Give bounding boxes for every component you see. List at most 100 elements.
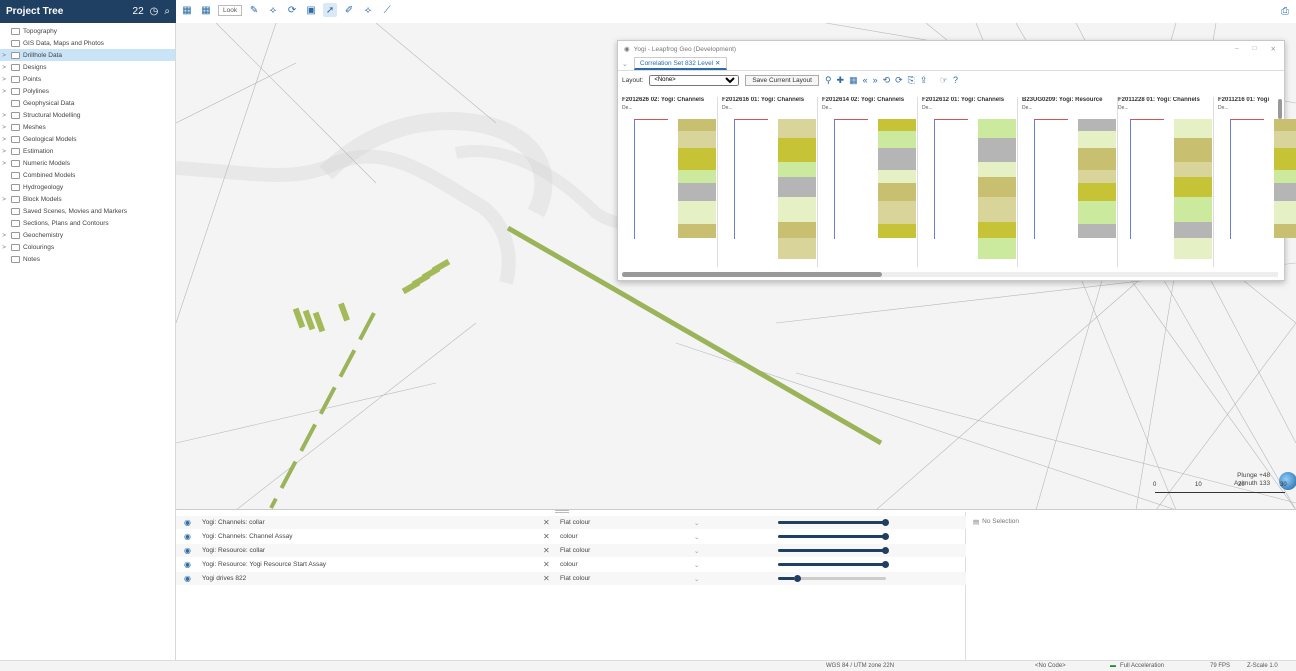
- tree-item[interactable]: > Meshes: [0, 121, 175, 133]
- slider-knob[interactable]: [882, 561, 889, 568]
- opacity-slider[interactable]: [778, 533, 889, 540]
- drillhole-secondary[interactable]: [269, 312, 376, 509]
- correlation-column[interactable]: F2012612 01: Yogi: Channels De...: [922, 97, 1018, 267]
- remove-icon[interactable]: ✕: [543, 518, 550, 527]
- style-select[interactable]: Flat colour: [560, 519, 590, 526]
- save-layout-button[interactable]: Save Current Layout: [745, 74, 819, 86]
- minimize-icon[interactable]: –: [1235, 45, 1239, 53]
- tree-item[interactable]: > Polylines: [0, 85, 175, 97]
- chevron-right-icon[interactable]: >: [0, 112, 8, 119]
- tree-item[interactable]: Hydrogeology: [0, 181, 175, 193]
- tree-item[interactable]: Saved Scenes, Movies and Markers: [0, 205, 175, 217]
- eye-icon[interactable]: ◉: [184, 518, 191, 527]
- correlation-column[interactable]: F2012616 01: Yogi: Channels De...: [722, 97, 818, 267]
- correlation-column[interactable]: F2011216 01: Yogi De...: [1218, 97, 1296, 267]
- chevron-right-icon[interactable]: >: [0, 88, 8, 95]
- tree-item[interactable]: > Colourings: [0, 241, 175, 253]
- maximize-icon[interactable]: □: [1253, 45, 1257, 53]
- chevron-right-icon[interactable]: >: [0, 124, 8, 131]
- remove-icon[interactable]: ✕: [543, 574, 550, 583]
- ruler-icon[interactable]: ⟋: [380, 3, 394, 17]
- layer-row[interactable]: ◉ Yogi: Resource: Yogi Resource Start Ass…: [176, 558, 966, 571]
- measure-icon[interactable]: ⟡: [361, 3, 375, 17]
- tree-item[interactable]: > Block Models: [0, 193, 175, 205]
- opacity-slider[interactable]: [778, 575, 886, 582]
- tree-item[interactable]: GIS Data, Maps and Photos: [0, 37, 175, 49]
- correlation-column[interactable]: F2012626 02: Yogi: Channels De...: [622, 97, 718, 267]
- layout-select[interactable]: <None>: [649, 74, 740, 86]
- tree-item[interactable]: > Drillhole Data: [0, 49, 175, 61]
- view-icon[interactable]: ▦: [180, 3, 194, 17]
- chevron-right-icon[interactable]: >: [0, 148, 8, 155]
- tree-item[interactable]: Combined Models: [0, 169, 175, 181]
- search-icon[interactable]: ⌕: [164, 6, 170, 17]
- correlation-column[interactable]: F2011228 01: Yogi: Channels De...: [1118, 97, 1214, 267]
- opacity-slider[interactable]: [778, 561, 889, 568]
- layer-row[interactable]: ◉ Yogi: Channels: collar ✕ Flat colour ⌄: [176, 516, 966, 529]
- close-icon[interactable]: ✕: [1271, 45, 1276, 53]
- code-label[interactable]: <No Code>: [1035, 663, 1066, 669]
- chevron-right-icon[interactable]: >: [0, 52, 8, 59]
- tree-item[interactable]: > Geochemistry: [0, 229, 175, 241]
- eye-icon[interactable]: ◉: [184, 574, 191, 583]
- style-select[interactable]: colour: [560, 561, 578, 568]
- slider-knob[interactable]: [882, 533, 889, 540]
- layer-row[interactable]: ◉ Yogi drives 822 ✕ Flat colour ⌄: [176, 572, 966, 585]
- scroll-thumb[interactable]: [622, 272, 882, 277]
- tree-item[interactable]: Notes: [0, 253, 175, 265]
- opacity-slider[interactable]: [778, 547, 889, 554]
- chevron-right-icon[interactable]: >: [0, 136, 8, 143]
- layer-row[interactable]: ◉ Yogi: Channels: Channel Assay ✕ colour ⌄: [176, 530, 966, 543]
- chevron-right-icon[interactable]: >: [0, 76, 8, 83]
- eye-icon[interactable]: ◉: [184, 560, 191, 569]
- layout-icon[interactable]: ▦: [199, 3, 213, 17]
- pointer-icon[interactable]: ➚: [323, 3, 338, 17]
- tree-item[interactable]: Topography: [0, 25, 175, 37]
- tab-correlation-set[interactable]: Correlation Set 832 Level ✕: [633, 57, 727, 70]
- style-select[interactable]: Flat colour: [560, 547, 590, 554]
- eye-icon[interactable]: ◉: [184, 532, 191, 541]
- draw-icon[interactable]: ✎: [247, 3, 261, 17]
- window-titlebar[interactable]: ◉ Yogi - Leapfrog Geo (Development) – □ …: [618, 41, 1284, 57]
- tree-item[interactable]: > Designs: [0, 61, 175, 73]
- crs-label[interactable]: WGS 84 / UTM zone 22N: [826, 663, 894, 669]
- slice-icon[interactable]: ⟡: [266, 3, 280, 17]
- tree-item[interactable]: > Structural Modelling: [0, 109, 175, 121]
- chevron-down-icon[interactable]: ⌄: [694, 561, 699, 569]
- chevron-right-icon[interactable]: >: [0, 196, 8, 203]
- chevron-down-icon[interactable]: ⌄: [694, 575, 699, 583]
- tree-item[interactable]: Geophysical Data: [0, 97, 175, 109]
- style-select[interactable]: colour: [560, 533, 578, 540]
- correlation-window[interactable]: ◉ Yogi - Leapfrog Geo (Development) – □ …: [617, 40, 1296, 281]
- vertical-scrollbar[interactable]: [1278, 99, 1282, 119]
- correlation-column[interactable]: B23UG0209: Yogi: Resource De...: [1022, 97, 1118, 267]
- remove-icon[interactable]: ✕: [543, 532, 550, 541]
- zscale-label[interactable]: Z-Scale 1.0: [1247, 663, 1278, 669]
- box-icon[interactable]: ▣: [304, 3, 318, 17]
- correlation-tools-icon[interactable]: ⚲✚▦«»⟲⟳⎘⇪ ☞?: [825, 75, 963, 86]
- chevron-right-icon[interactable]: >: [0, 244, 8, 251]
- tree-item[interactable]: > Geological Models: [0, 133, 175, 145]
- style-select[interactable]: Flat colour: [560, 575, 590, 582]
- remove-icon[interactable]: ✕: [543, 546, 550, 555]
- clock-icon[interactable]: ◷: [150, 6, 159, 17]
- remove-icon[interactable]: ✕: [543, 560, 550, 569]
- correlation-column[interactable]: F2012614 02: Yogi: Channels De...: [822, 97, 918, 267]
- opacity-slider[interactable]: [778, 519, 889, 526]
- chevron-right-icon[interactable]: >: [0, 160, 8, 167]
- layer-row[interactable]: ◉ Yogi: Resource: collar ✕ Flat colour ⌄: [176, 544, 966, 557]
- camera-icon[interactable]: ⎙: [1278, 4, 1292, 18]
- chevron-right-icon[interactable]: >: [0, 64, 8, 71]
- tree-item[interactable]: > Numeric Models: [0, 157, 175, 169]
- pencil-icon[interactable]: ✐: [342, 3, 356, 17]
- chevron-right-icon[interactable]: >: [0, 232, 8, 239]
- chevron-down-icon[interactable]: ⌄: [694, 519, 699, 527]
- chevron-down-icon[interactable]: ⌄: [622, 60, 628, 68]
- tree-item[interactable]: Sections, Plans and Contours: [0, 217, 175, 229]
- horizontal-scrollbar[interactable]: [622, 272, 1278, 277]
- slider-knob[interactable]: [882, 547, 889, 554]
- rotate-icon[interactable]: ⟳: [285, 3, 299, 17]
- eye-icon[interactable]: ◉: [184, 546, 191, 555]
- splitter-handle[interactable]: [555, 510, 569, 513]
- tree-item[interactable]: > Estimation: [0, 145, 175, 157]
